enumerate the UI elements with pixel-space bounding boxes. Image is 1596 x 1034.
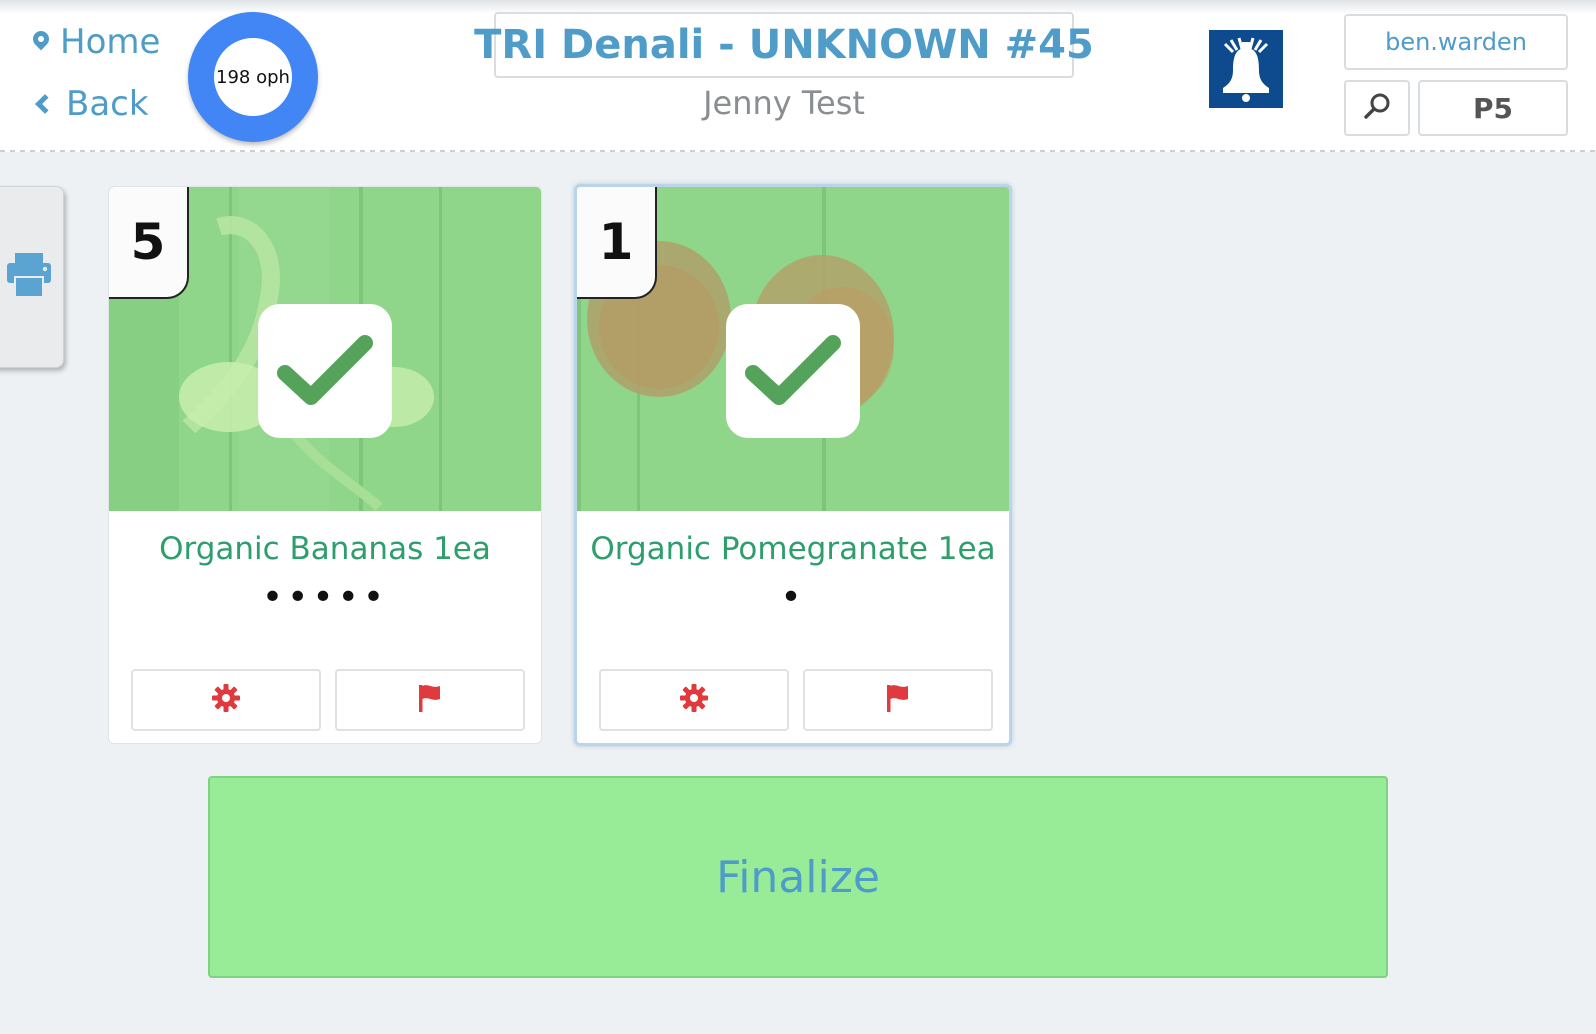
checkmark-icon	[726, 304, 860, 438]
back-label: Back	[66, 84, 149, 124]
product-image-pomegranate: 1	[577, 187, 1009, 511]
printer-icon	[5, 251, 53, 303]
settings-button[interactable]	[131, 669, 321, 731]
product-name: Organic Pomegranate 1ea	[590, 531, 996, 567]
rate-progress-ring: 198 oph	[188, 12, 318, 142]
product-image-bananas: 5	[109, 187, 541, 511]
station-button[interactable]: P5	[1418, 80, 1568, 136]
quantity-dots: •	[780, 577, 806, 618]
customer-name: Jenny Test	[703, 84, 865, 122]
checkmark-icon	[258, 304, 392, 438]
flag-icon	[884, 683, 912, 717]
quantity-dots: •••••	[261, 577, 389, 618]
item-card-bananas[interactable]: 5 Organic Bananas 1ea •••••	[108, 186, 542, 744]
print-tab[interactable]	[0, 186, 64, 368]
top-header: Home Back 198 oph TRI Denali - UNKNOWN #…	[0, 0, 1596, 152]
finalize-button[interactable]: Finalize	[208, 776, 1388, 978]
flag-icon	[416, 683, 444, 717]
rate-text: 198 oph	[216, 66, 290, 88]
search-icon	[1362, 91, 1392, 125]
quantity-badge: 5	[109, 187, 189, 299]
order-title: TRI Denali - UNKNOWN #45	[474, 12, 1094, 78]
quantity-badge: 1	[577, 187, 657, 299]
flag-button[interactable]	[335, 669, 525, 731]
header-divider	[0, 150, 1596, 152]
chevron-left-icon	[35, 94, 55, 114]
search-button[interactable]	[1344, 80, 1410, 136]
product-name: Organic Bananas 1ea	[159, 531, 491, 567]
flag-button[interactable]	[803, 669, 993, 731]
item-card-pomegranate[interactable]: 1 Organic Pomegranate 1ea •	[574, 184, 1012, 746]
settings-button[interactable]	[599, 669, 789, 731]
back-link[interactable]: Back	[32, 84, 149, 124]
map-pin-icon	[32, 30, 50, 54]
gear-icon	[679, 683, 709, 717]
home-link[interactable]: Home	[32, 22, 160, 62]
home-label: Home	[60, 22, 161, 62]
user-button[interactable]: ben.warden	[1344, 14, 1568, 70]
liberty-bell-icon	[1209, 30, 1283, 108]
gear-icon	[211, 683, 241, 717]
